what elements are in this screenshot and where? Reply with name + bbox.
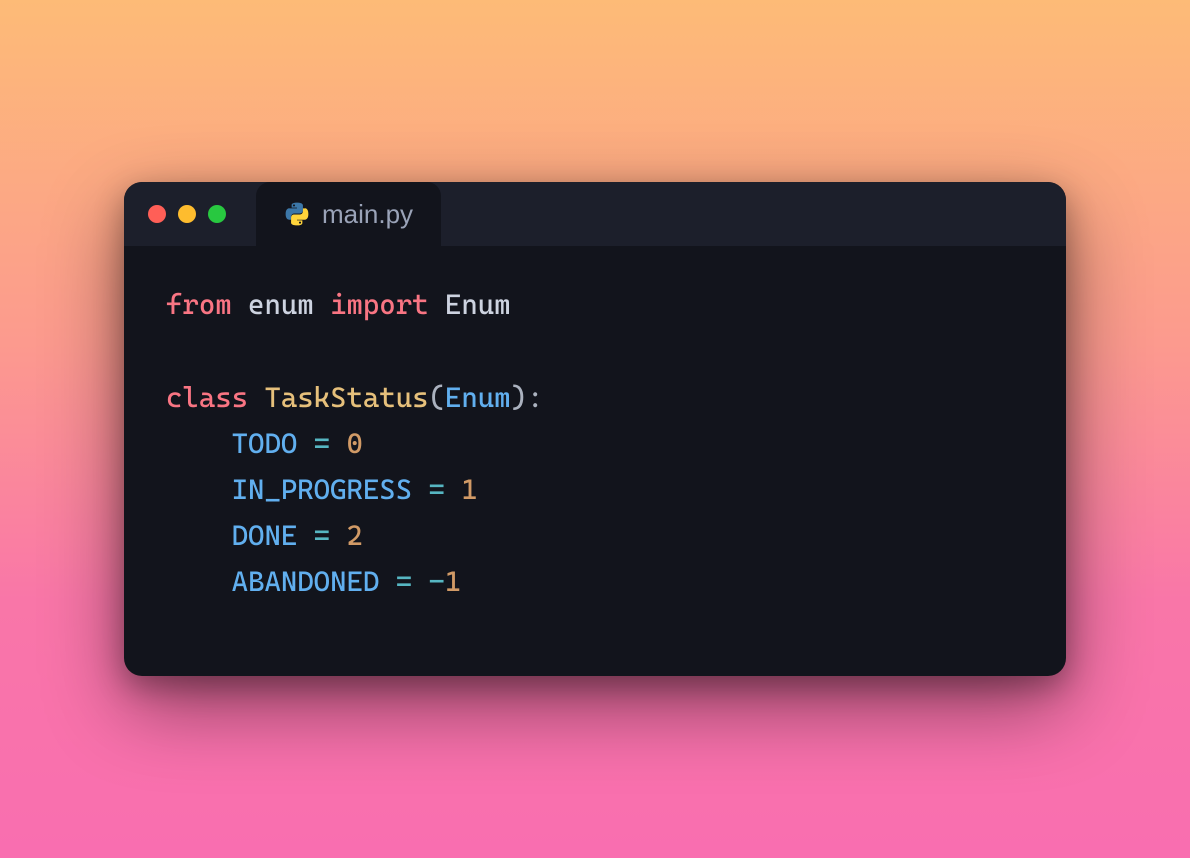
code-editor[interactable]: from enum import Enum class TaskStatus(E… — [124, 246, 1066, 675]
member-in-progress: IN_PROGRESS — [232, 473, 412, 506]
paren-close: ) — [511, 381, 527, 414]
window-titlebar: main.py — [124, 182, 1066, 246]
editor-window: main.py from enum import Enum class Task… — [124, 182, 1066, 675]
assign-op: = — [396, 565, 412, 598]
indent — [166, 519, 232, 552]
assign-op: = — [314, 519, 330, 552]
assign-op: = — [314, 427, 330, 460]
keyword-import: import — [330, 288, 428, 321]
assign-op: = — [429, 473, 445, 506]
indent — [166, 473, 232, 506]
tab-filename: main.py — [322, 199, 413, 230]
member-todo: TODO — [232, 427, 298, 460]
module-enum: enum — [248, 288, 314, 321]
indent — [166, 565, 232, 598]
value-0: 0 — [346, 427, 362, 460]
colon: : — [527, 381, 543, 414]
neg-op: - — [429, 565, 445, 598]
member-done: DONE — [232, 519, 298, 552]
close-button[interactable] — [148, 205, 166, 223]
minimize-button[interactable] — [178, 205, 196, 223]
file-tab[interactable]: main.py — [256, 182, 441, 246]
base-class-enum: Enum — [445, 381, 511, 414]
paren-open: ( — [429, 381, 445, 414]
indent — [166, 427, 232, 460]
traffic-lights — [148, 205, 226, 223]
python-icon — [284, 201, 310, 227]
value-1: 1 — [461, 473, 477, 506]
member-abandoned: ABANDONED — [232, 565, 380, 598]
class-name-taskstatus: TaskStatus — [264, 381, 428, 414]
keyword-class: class — [166, 381, 248, 414]
value-2: 2 — [346, 519, 362, 552]
import-enum-class: Enum — [445, 288, 511, 321]
value-neg1: 1 — [445, 565, 461, 598]
maximize-button[interactable] — [208, 205, 226, 223]
keyword-from: from — [166, 288, 232, 321]
